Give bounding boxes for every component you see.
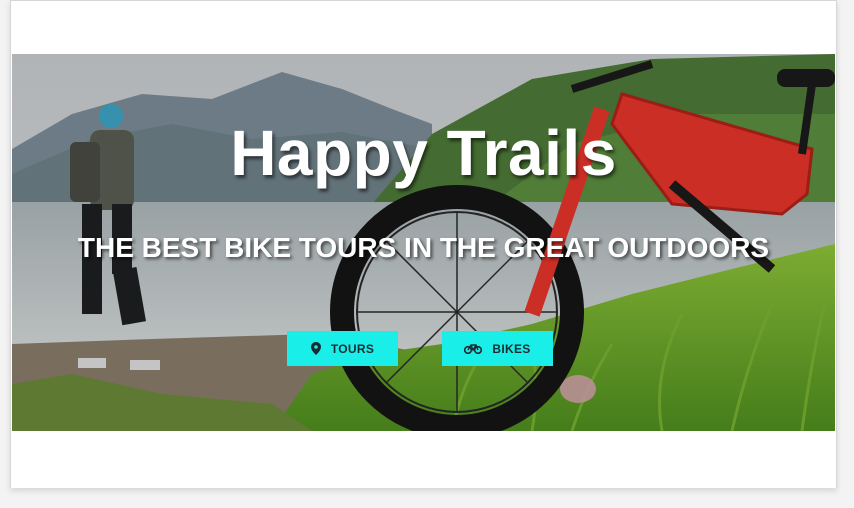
tours-button-label: TOURS [330,341,375,356]
bottom-bar [11,431,836,488]
tours-button[interactable]: TOURS [287,331,398,366]
top-bar [11,1,836,54]
hero-subtitle: THE BEST BIKE TOURS IN THE GREAT OUTDOOR… [77,232,770,263]
page-frame: Happy Trails THE BEST BIKE TOURS IN THE … [10,0,837,488]
map-marker-icon [310,342,321,355]
hero-title: Happy Trails [230,117,617,189]
bicycle-icon [464,343,483,354]
hero-section: Happy Trails THE BEST BIKE TOURS IN THE … [12,54,835,431]
bikes-button[interactable]: BIKES [442,331,553,366]
bikes-button-label: BIKES [492,341,531,356]
